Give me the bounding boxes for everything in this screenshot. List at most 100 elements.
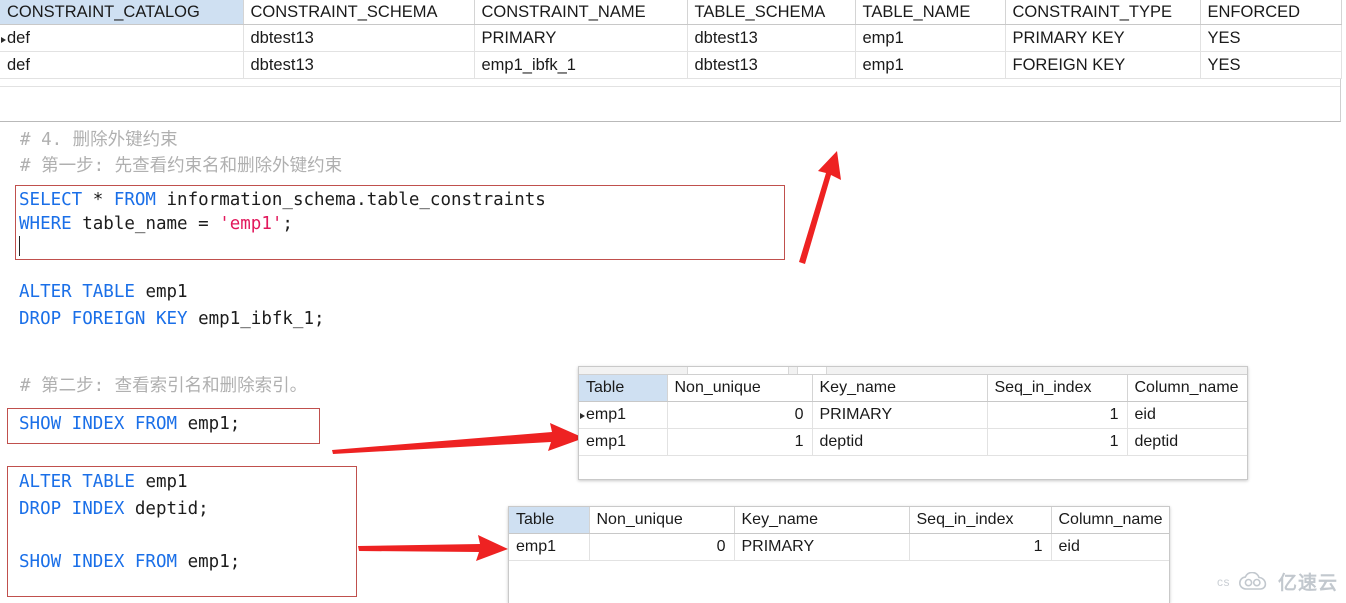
column-header-seq-in-index[interactable]: Seq_in_index <box>987 375 1127 402</box>
table-header-row: Table Non_unique Key_name Seq_in_index C… <box>579 375 1247 402</box>
column-header-constraint-schema[interactable]: CONSTRAINT_SCHEMA <box>243 0 474 25</box>
sql-foreign-key-name: emp1_ibfk_1; <box>188 309 325 329</box>
sql-select-table: information_schema.table_constraints <box>156 190 546 210</box>
cell-constraint-catalog[interactable]: def <box>0 25 243 52</box>
sql-statement-end: ; <box>282 214 293 234</box>
sql-star: * <box>82 190 114 210</box>
show-index-line-2[interactable]: SHOW INDEX FROM emp1; <box>19 551 240 573</box>
grid-empty-area <box>0 86 1340 121</box>
drop-foreign-key-line[interactable]: DROP FOREIGN KEY emp1_ibfk_1; <box>19 308 325 330</box>
cloud-logo-icon <box>1239 572 1269 592</box>
table-row[interactable]: emp1 1 deptid 1 deptid <box>579 429 1247 456</box>
cell-constraint-type[interactable]: PRIMARY KEY <box>1005 25 1200 52</box>
cell-table-name[interactable]: emp1 <box>855 25 1005 52</box>
index-table-1: Table Non_unique Key_name Seq_in_index C… <box>579 375 1247 456</box>
result-tab-active[interactable] <box>687 367 789 374</box>
select-statement-line-1[interactable]: SELECT * FROM information_schema.table_c… <box>19 189 546 211</box>
column-header-table-schema[interactable]: TABLE_SCHEMA <box>687 0 855 25</box>
column-header-column-name[interactable]: Column_name <box>1051 507 1169 534</box>
cell-key-name[interactable]: PRIMARY <box>812 402 987 429</box>
cell-enforced[interactable]: YES <box>1200 25 1341 52</box>
table-header-row: CONSTRAINT_CATALOG CONSTRAINT_SCHEMA CON… <box>0 0 1341 25</box>
current-row-indicator-icon <box>580 413 585 419</box>
drop-index-line[interactable]: DROP INDEX deptid; <box>19 498 209 520</box>
alter-table-line-1[interactable]: ALTER TABLE emp1 <box>19 281 188 303</box>
index-table-2: Table Non_unique Key_name Seq_in_index C… <box>509 507 1169 561</box>
column-header-constraint-catalog[interactable]: CONSTRAINT_CATALOG <box>0 0 243 25</box>
cell-table[interactable]: emp1 <box>579 402 667 429</box>
cell-table-schema[interactable]: dbtest13 <box>687 52 855 79</box>
cell-constraint-catalog[interactable]: def <box>0 52 243 79</box>
table-row[interactable]: def dbtest13 emp1_ibfk_1 dbtest13 emp1 F… <box>0 52 1341 79</box>
column-header-non-unique[interactable]: Non_unique <box>589 507 734 534</box>
sql-index-name: deptid; <box>124 499 208 519</box>
sql-keyword-drop-foreign-key: DROP FOREIGN KEY <box>19 309 188 329</box>
cell-seq-in-index[interactable]: 1 <box>987 402 1127 429</box>
table-row[interactable]: emp1 0 PRIMARY 1 eid <box>509 534 1169 561</box>
column-header-non-unique[interactable]: Non_unique <box>667 375 812 402</box>
column-header-constraint-type[interactable]: CONSTRAINT_TYPE <box>1005 0 1200 25</box>
column-header-key-name[interactable]: Key_name <box>734 507 909 534</box>
cell-key-name[interactable]: PRIMARY <box>734 534 909 561</box>
alter-table-line-2[interactable]: ALTER TABLE emp1 <box>19 471 188 493</box>
result-tabstrip[interactable] <box>579 367 1247 375</box>
sql-keyword-show-index-from: SHOW INDEX FROM <box>19 414 177 434</box>
column-header-table[interactable]: Table <box>579 375 667 402</box>
show-index-line-1[interactable]: SHOW INDEX FROM emp1; <box>19 413 240 435</box>
cell-table[interactable]: emp1 <box>579 429 667 456</box>
cell-non-unique[interactable]: 0 <box>667 402 812 429</box>
cell-non-unique[interactable]: 0 <box>589 534 734 561</box>
text-caret <box>19 236 20 256</box>
table-header-row: Table Non_unique Key_name Seq_in_index C… <box>509 507 1169 534</box>
column-header-column-name[interactable]: Column_name <box>1127 375 1247 402</box>
table-row[interactable]: emp1 0 PRIMARY 1 eid <box>579 402 1247 429</box>
comment-step-one: # 第一步: 先查看约束名和删除外键约束 <box>20 155 342 177</box>
column-header-enforced[interactable]: ENFORCED <box>1200 0 1341 25</box>
sql-keyword-show-index-from: SHOW INDEX FROM <box>19 552 177 572</box>
sql-alter-table-name: emp1 <box>135 282 188 302</box>
column-header-constraint-name[interactable]: CONSTRAINT_NAME <box>474 0 687 25</box>
sql-keyword-where: WHERE <box>19 214 72 234</box>
sql-keyword-alter-table: ALTER TABLE <box>19 472 135 492</box>
cell-table[interactable]: emp1 <box>509 534 589 561</box>
sql-where-column: table_name = <box>72 214 220 234</box>
cell-column-name[interactable]: eid <box>1127 402 1247 429</box>
cell-non-unique[interactable]: 1 <box>667 429 812 456</box>
sql-show-index-table: emp1; <box>177 414 240 434</box>
cell-seq-in-index[interactable]: 1 <box>987 429 1127 456</box>
column-header-key-name[interactable]: Key_name <box>812 375 987 402</box>
current-row-indicator-icon <box>1 37 6 43</box>
cell-table-schema[interactable]: dbtest13 <box>687 25 855 52</box>
cell-constraint-type[interactable]: FOREIGN KEY <box>1005 52 1200 79</box>
result-tab-secondary[interactable] <box>797 367 827 374</box>
sql-keyword-drop-index: DROP INDEX <box>19 499 124 519</box>
column-header-table-name[interactable]: TABLE_NAME <box>855 0 1005 25</box>
index-result-grid-2[interactable]: Table Non_unique Key_name Seq_in_index C… <box>508 506 1170 603</box>
cell-table-name[interactable]: emp1 <box>855 52 1005 79</box>
select-statement-line-2[interactable]: WHERE table_name = 'emp1'; <box>19 213 293 235</box>
constraints-result-grid[interactable]: CONSTRAINT_CATALOG CONSTRAINT_SCHEMA CON… <box>0 0 1341 122</box>
column-header-table[interactable]: Table <box>509 507 589 534</box>
column-header-seq-in-index[interactable]: Seq_in_index <box>909 507 1051 534</box>
table-row[interactable]: def dbtest13 PRIMARY dbtest13 emp1 PRIMA… <box>0 25 1341 52</box>
sql-keyword-alter-table: ALTER TABLE <box>19 282 135 302</box>
comment-step-title: # 4. 删除外键约束 <box>20 129 178 151</box>
sql-keyword-select: SELECT <box>19 190 82 210</box>
cell-key-name[interactable]: deptid <box>812 429 987 456</box>
cell-constraint-schema[interactable]: dbtest13 <box>243 52 474 79</box>
watermark-text: 亿速云 <box>1278 568 1338 595</box>
cell-constraint-name[interactable]: emp1_ibfk_1 <box>474 52 687 79</box>
sql-keyword-from: FROM <box>114 190 156 210</box>
cell-enforced[interactable]: YES <box>1200 52 1341 79</box>
cell-constraint-schema[interactable]: dbtest13 <box>243 25 474 52</box>
cell-seq-in-index[interactable]: 1 <box>909 534 1051 561</box>
sql-string-literal: 'emp1' <box>219 214 282 234</box>
constraints-table: CONSTRAINT_CATALOG CONSTRAINT_SCHEMA CON… <box>0 0 1342 79</box>
comment-step-two: # 第二步: 查看索引名和删除索引。 <box>20 375 307 397</box>
cell-column-name[interactable]: deptid <box>1127 429 1247 456</box>
watermark: cs 亿速云 <box>1217 568 1338 595</box>
cell-constraint-name[interactable]: PRIMARY <box>474 25 687 52</box>
sql-show-index-table: emp1; <box>177 552 240 572</box>
cell-column-name[interactable]: eid <box>1051 534 1169 561</box>
index-result-grid-1[interactable]: Table Non_unique Key_name Seq_in_index C… <box>578 366 1248 480</box>
